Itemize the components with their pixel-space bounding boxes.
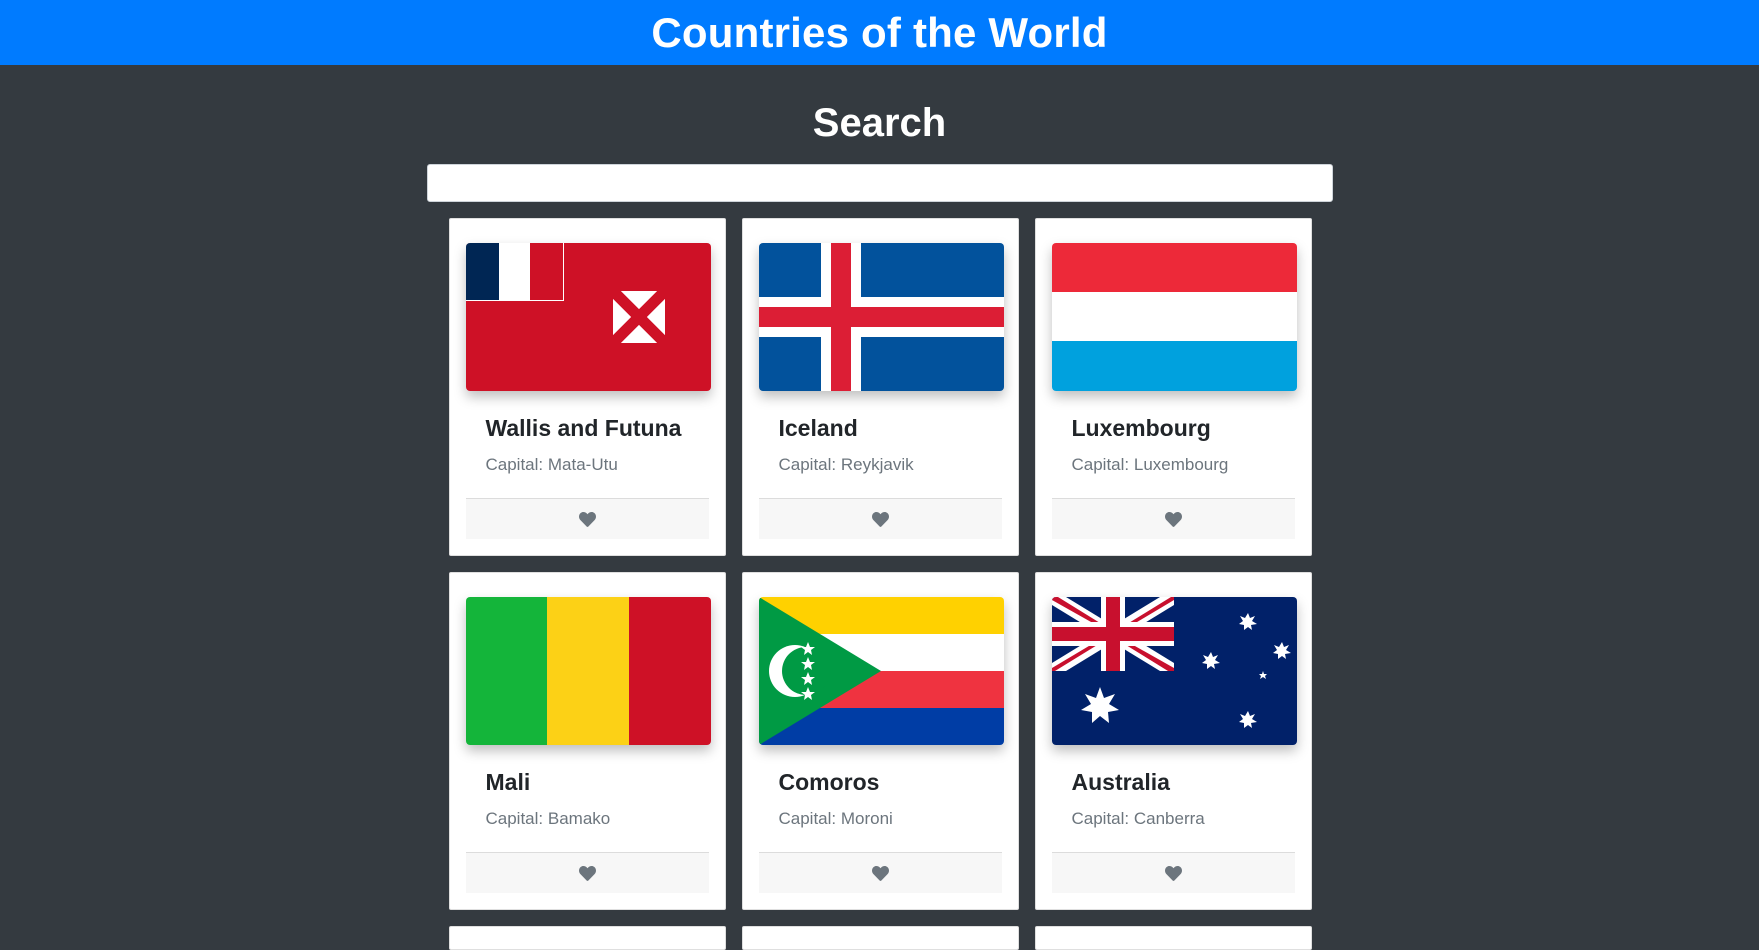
country-capital: Capital: Bamako	[486, 807, 709, 831]
heart-icon	[578, 865, 596, 881]
favorite-button[interactable]	[758, 852, 1002, 893]
country-card	[741, 926, 1019, 950]
favorite-button[interactable]	[1051, 852, 1295, 893]
flag-mali	[465, 597, 711, 745]
capital-label: Capital:	[1071, 455, 1134, 474]
capital-value: Mata-Utu	[547, 455, 618, 474]
country-card-iceland: Iceland Capital: Reykjavik	[741, 218, 1019, 556]
country-name: Iceland	[778, 415, 858, 441]
favorite-button[interactable]	[1051, 498, 1295, 539]
country-name: Wallis and Futuna	[485, 415, 682, 441]
country-card-wallis-and-futuna: Wallis and Futuna Capital: Mata-Utu	[448, 218, 726, 556]
country-card	[1034, 926, 1312, 950]
flag-wallis-and-futuna	[465, 243, 711, 391]
search-input[interactable]	[426, 164, 1333, 202]
capital-label: Capital:	[485, 809, 548, 828]
country-capital: Capital: Reykjavik	[779, 453, 1002, 477]
capital-label: Capital:	[1071, 809, 1134, 828]
country-card-luxembourg: Luxembourg Capital: Luxembourg	[1034, 218, 1312, 556]
capital-label: Capital:	[485, 455, 548, 474]
flag-iceland	[758, 243, 1004, 391]
search-title: Search	[812, 101, 947, 145]
flag-comoros	[758, 597, 1004, 745]
favorite-button[interactable]	[758, 498, 1002, 539]
capital-value: Canberra	[1133, 809, 1205, 828]
app-title: Countries of the World	[651, 8, 1108, 56]
search-container	[426, 153, 1333, 202]
country-card-australia: Australia Capital: Canberra	[1034, 572, 1312, 910]
heart-icon	[1164, 511, 1182, 527]
country-card-mali: Mali Capital: Bamako	[448, 572, 726, 910]
capital-value: Moroni	[840, 809, 893, 828]
country-capital: Capital: Mata-Utu	[486, 453, 709, 477]
heart-icon	[578, 511, 596, 527]
country-name: Mali	[485, 769, 531, 795]
country-card	[448, 926, 726, 950]
heart-icon	[871, 865, 889, 881]
country-capital: Capital: Canberra	[1072, 807, 1295, 831]
favorite-button[interactable]	[465, 852, 709, 893]
country-capital: Capital: Luxembourg	[1072, 453, 1295, 477]
capital-value: Bamako	[547, 809, 611, 828]
country-name: Australia	[1071, 769, 1170, 795]
favorite-button[interactable]	[465, 498, 709, 539]
heart-icon	[871, 511, 889, 527]
country-grid: Wallis and Futuna Capital: Mata-Utu Icel…	[448, 218, 1312, 950]
flag-australia	[1051, 597, 1297, 745]
flag-luxembourg	[1051, 243, 1297, 391]
country-capital: Capital: Moroni	[779, 807, 1002, 831]
country-card-comoros: Comoros Capital: Moroni	[741, 572, 1019, 910]
capital-value: Reykjavik	[840, 455, 914, 474]
country-name: Luxembourg	[1071, 415, 1211, 441]
capital-label: Capital:	[778, 455, 841, 474]
heart-icon	[1164, 865, 1182, 881]
capital-label: Capital:	[778, 809, 841, 828]
navbar: Countries of the World	[0, 0, 1759, 65]
country-name: Comoros	[778, 769, 880, 795]
capital-value: Luxembourg	[1133, 455, 1229, 474]
